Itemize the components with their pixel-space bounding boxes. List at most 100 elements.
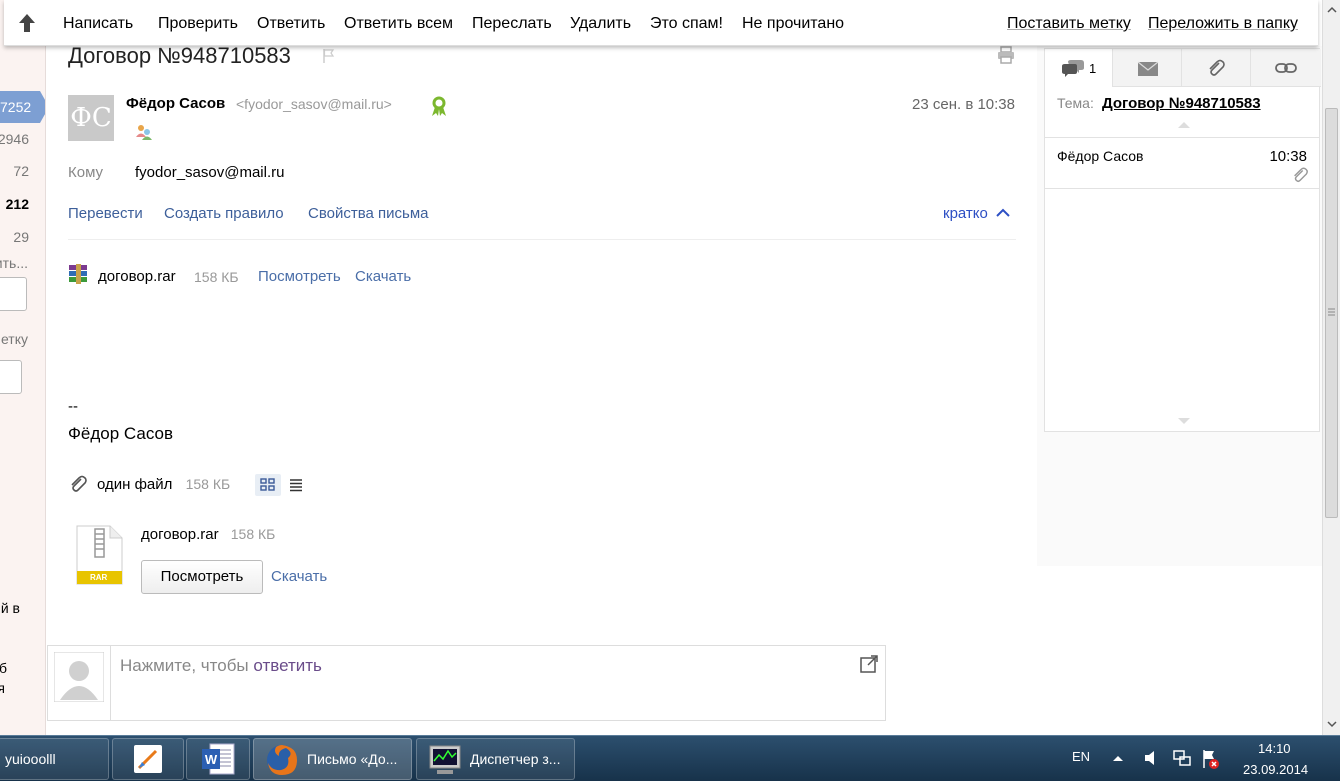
taskbar-item-label: Диспетчер з... bbox=[470, 751, 561, 767]
header-divider bbox=[68, 239, 1016, 240]
svg-text:W: W bbox=[205, 752, 218, 767]
taskbar-app-word[interactable]: W bbox=[186, 738, 250, 780]
taskbar-app-editor[interactable] bbox=[112, 738, 184, 780]
attachments-total-size: 158 КБ bbox=[185, 476, 231, 492]
file-card-name[interactable]: договор.rar 158 КБ bbox=[141, 526, 275, 543]
file-type-label: RAR bbox=[90, 573, 108, 582]
reply-button[interactable]: Ответить bbox=[257, 15, 325, 33]
attachment-view-link[interactable]: Посмотреть bbox=[258, 268, 341, 285]
taskbar-app-firefox[interactable]: Письмо «До... bbox=[253, 738, 412, 780]
folder-count[interactable]: 29 bbox=[13, 229, 29, 245]
sidebar-button[interactable] bbox=[0, 277, 27, 311]
recipient-label: Кому bbox=[68, 164, 104, 181]
thread-panel-box: 1 Тема: Договор №948710583 Фёдор Сасов 1… bbox=[1044, 48, 1321, 432]
file-card-size: 158 КБ bbox=[230, 526, 276, 542]
scroll-down-icon[interactable] bbox=[1324, 718, 1340, 730]
tab-attachments[interactable] bbox=[1182, 49, 1251, 87]
thread-item-time: 10:38 bbox=[1269, 148, 1307, 165]
add-contact-icon[interactable] bbox=[134, 123, 154, 141]
folder-count[interactable]: 72 bbox=[13, 163, 29, 179]
folder-count[interactable]: 212 bbox=[6, 196, 29, 212]
tab-messages[interactable] bbox=[1113, 49, 1182, 87]
link-icon bbox=[1275, 63, 1297, 73]
delete-button[interactable]: Удалить bbox=[570, 15, 631, 33]
view-file-button[interactable]: Посмотреть bbox=[141, 560, 263, 594]
flag-icon[interactable] bbox=[322, 48, 336, 64]
taskbar-item[interactable]: yuiooolll bbox=[0, 738, 109, 780]
message-subject: Договор №948710583 bbox=[68, 43, 291, 68]
scroll-up-arrow-icon[interactable] bbox=[1177, 121, 1191, 129]
scroll-up-icon[interactable] bbox=[1324, 4, 1340, 16]
grip-icon bbox=[1328, 308, 1335, 316]
drawing-app-icon bbox=[134, 745, 162, 773]
mark-unread-button[interactable]: Не прочитано bbox=[742, 15, 844, 33]
clock-date[interactable]: 23.09.2014 bbox=[1243, 762, 1308, 777]
thread-message-item[interactable]: Фёдор Сасов 10:38 bbox=[1045, 137, 1319, 189]
attachment-download-link[interactable]: Скачать bbox=[355, 268, 411, 285]
recipient-email[interactable]: fyodor_sasov@mail.ru bbox=[135, 164, 284, 181]
message-properties-link[interactable]: Свойства письма bbox=[308, 205, 429, 222]
tab-thread[interactable]: 1 bbox=[1045, 49, 1113, 87]
page-scrollbar[interactable] bbox=[1322, 0, 1340, 735]
collapse-header-toggle[interactable]: кратко bbox=[943, 205, 1010, 222]
user-placeholder-icon bbox=[54, 652, 104, 702]
reply-avatar bbox=[48, 646, 111, 721]
taskbar-app-task-manager[interactable]: Диспетчер з... bbox=[416, 738, 575, 780]
sidebar-text: етку bbox=[0, 331, 28, 347]
word-icon: W bbox=[202, 743, 235, 775]
clock-time[interactable]: 14:10 bbox=[1258, 741, 1291, 756]
topic-label: Тема: bbox=[1057, 95, 1094, 111]
print-icon[interactable] bbox=[996, 45, 1016, 65]
sender-email[interactable]: <fyodor_sasov@mail.ru> bbox=[236, 96, 392, 112]
sender-avatar: ФС bbox=[68, 95, 114, 141]
signature-separator: -- bbox=[68, 398, 78, 415]
rar-file-icon[interactable]: RAR bbox=[76, 525, 123, 585]
grid-view-toggle[interactable] bbox=[255, 474, 281, 496]
task-manager-icon bbox=[429, 745, 461, 774]
language-indicator[interactable]: EN bbox=[1072, 749, 1090, 764]
windows-taskbar: yuiooolll W Письмо «До... Диспетчер з...… bbox=[0, 735, 1340, 781]
sidebar-text: й в bbox=[0, 600, 20, 616]
verified-sender-icon bbox=[432, 96, 446, 116]
reply-all-button[interactable]: Ответить всем bbox=[344, 15, 453, 33]
attachment-name[interactable]: договор.rar bbox=[98, 268, 176, 285]
thread-item-sender: Фёдор Сасов bbox=[1057, 148, 1144, 164]
chat-bubbles-icon bbox=[1062, 60, 1084, 77]
compose-button[interactable]: Написать bbox=[63, 15, 133, 33]
scrollbar-thumb[interactable] bbox=[1325, 108, 1338, 518]
translate-link[interactable]: Перевести bbox=[68, 205, 143, 222]
arrow-up-icon[interactable] bbox=[16, 12, 38, 34]
expand-popout-icon[interactable] bbox=[859, 654, 879, 674]
paperclip-icon bbox=[1209, 59, 1225, 76]
signature-name: Фёдор Сасов bbox=[68, 424, 174, 443]
winrar-archive-icon bbox=[69, 264, 87, 284]
reply-link[interactable]: ответить bbox=[253, 656, 322, 675]
show-hidden-icons-icon[interactable] bbox=[1112, 753, 1124, 763]
envelope-icon bbox=[1137, 61, 1159, 76]
forward-button[interactable]: Переслать bbox=[472, 15, 552, 33]
sidebar-text[interactable]: ить... bbox=[0, 255, 28, 271]
action-center-warning-icon[interactable] bbox=[1200, 748, 1220, 770]
tab-links[interactable] bbox=[1251, 49, 1321, 87]
quick-reply-box[interactable]: Нажмите, чтобы ответить bbox=[47, 645, 886, 721]
download-file-link[interactable]: Скачать bbox=[271, 568, 327, 585]
folder-count[interactable]: 2946 bbox=[0, 131, 29, 147]
check-mail-button[interactable]: Проверить bbox=[158, 15, 238, 33]
sidebar-button[interactable] bbox=[0, 360, 22, 394]
reply-prompt[interactable]: Нажмите, чтобы ответить bbox=[120, 656, 322, 676]
network-icon[interactable] bbox=[1172, 748, 1192, 768]
add-label-button[interactable]: Поставить метку bbox=[1007, 15, 1131, 33]
scroll-down-arrow-icon[interactable] bbox=[1177, 417, 1191, 425]
sender-name[interactable]: Фёдор Сасов bbox=[126, 95, 225, 112]
thread-count: 1 bbox=[1089, 61, 1097, 76]
topic-title[interactable]: Договор №948710583 bbox=[1102, 95, 1261, 112]
thread-panel: 1 Тема: Договор №948710583 Фёдор Сасов 1… bbox=[1037, 46, 1322, 566]
firefox-icon bbox=[267, 745, 297, 775]
create-rule-link[interactable]: Создать правило bbox=[164, 205, 284, 222]
move-to-folder-button[interactable]: Переложить в папку bbox=[1148, 15, 1298, 33]
volume-icon[interactable] bbox=[1143, 749, 1159, 767]
file-card-filename[interactable]: договор.rar bbox=[141, 526, 219, 543]
spam-button[interactable]: Это спам! bbox=[650, 15, 723, 33]
folder-inbox-count[interactable]: 7252 bbox=[0, 91, 45, 123]
list-view-icon[interactable] bbox=[288, 478, 304, 492]
